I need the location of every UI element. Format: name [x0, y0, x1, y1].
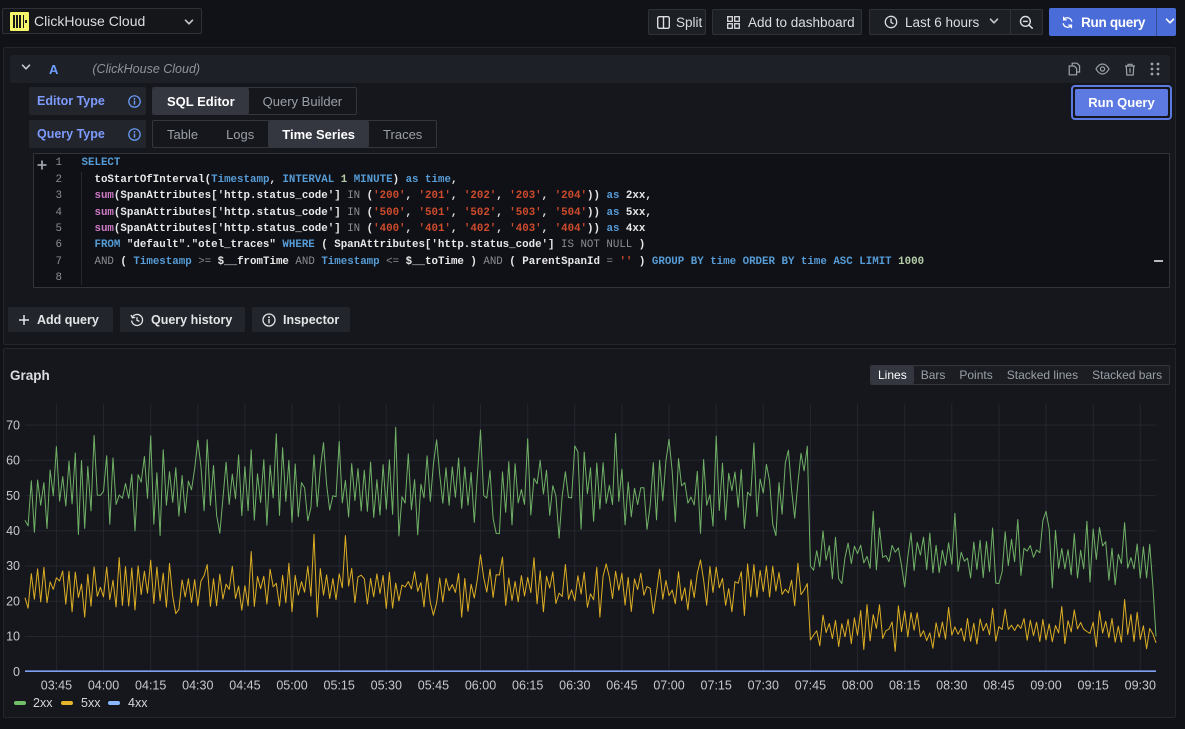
- svg-text:05:30: 05:30: [371, 679, 402, 693]
- svg-text:10: 10: [6, 630, 20, 644]
- svg-text:06:00: 06:00: [465, 679, 496, 693]
- svg-text:30: 30: [6, 559, 20, 573]
- svg-text:09:00: 09:00: [1030, 679, 1061, 693]
- svg-text:20: 20: [6, 594, 20, 608]
- svg-text:07:30: 07:30: [748, 679, 779, 693]
- svg-text:60: 60: [6, 454, 20, 468]
- svg-text:07:45: 07:45: [795, 679, 826, 693]
- svg-text:06:15: 06:15: [512, 679, 543, 693]
- svg-text:08:45: 08:45: [983, 679, 1014, 693]
- svg-text:05:15: 05:15: [324, 679, 355, 693]
- svg-text:06:45: 06:45: [606, 679, 637, 693]
- svg-text:40: 40: [6, 524, 20, 538]
- svg-text:04:00: 04:00: [88, 679, 119, 693]
- svg-text:04:45: 04:45: [229, 679, 260, 693]
- svg-text:03:45: 03:45: [41, 679, 72, 693]
- svg-text:09:15: 09:15: [1078, 679, 1109, 693]
- svg-text:07:15: 07:15: [701, 679, 732, 693]
- svg-text:06:30: 06:30: [559, 679, 590, 693]
- svg-text:05:45: 05:45: [418, 679, 449, 693]
- svg-text:50: 50: [6, 489, 20, 503]
- svg-text:0: 0: [13, 665, 20, 679]
- svg-text:07:00: 07:00: [653, 679, 684, 693]
- svg-text:08:30: 08:30: [936, 679, 967, 693]
- svg-text:04:15: 04:15: [135, 679, 166, 693]
- svg-text:08:15: 08:15: [889, 679, 920, 693]
- svg-text:04:30: 04:30: [182, 679, 213, 693]
- svg-text:09:30: 09:30: [1125, 679, 1156, 693]
- svg-text:08:00: 08:00: [842, 679, 873, 693]
- svg-text:70: 70: [6, 418, 20, 432]
- svg-text:05:00: 05:00: [276, 679, 307, 693]
